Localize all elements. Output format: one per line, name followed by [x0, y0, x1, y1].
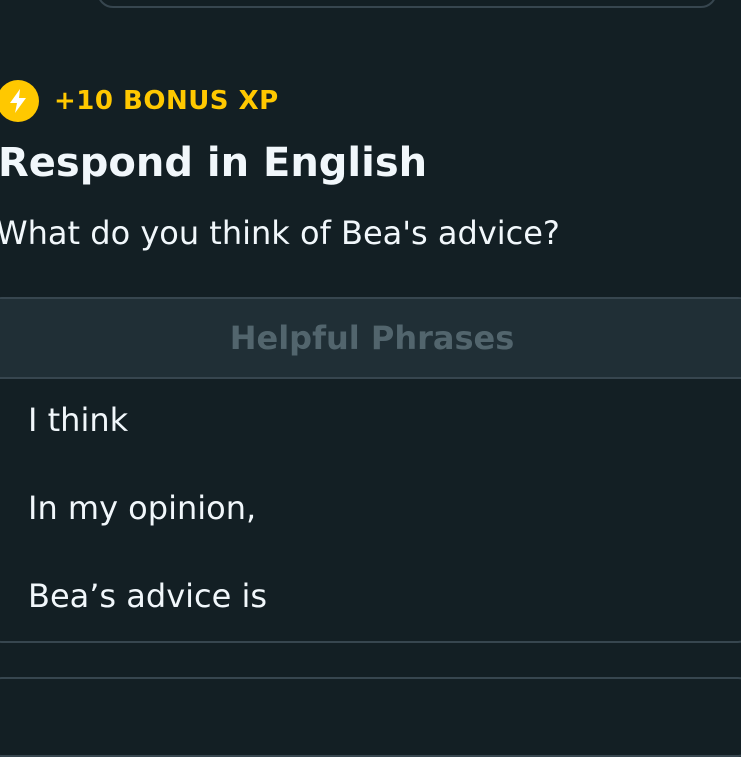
- response-input-area[interactable]: [0, 677, 741, 757]
- previous-card: [97, 0, 717, 8]
- bonus-xp-label: +10 BONUS XP: [54, 86, 279, 116]
- helpful-phrases-header: Helpful Phrases: [0, 299, 741, 379]
- phrase-item[interactable]: Bea’s advice is: [28, 577, 267, 615]
- phrase-item[interactable]: In my opinion,: [28, 489, 256, 527]
- exercise-question: What do you think of Bea's advice?: [0, 214, 560, 252]
- helpful-phrases-card: Helpful Phrases I think In my opinion, B…: [0, 297, 741, 643]
- lightning-bolt-icon: [0, 80, 39, 122]
- bonus-xp-badge: +10 BONUS XP: [0, 79, 279, 123]
- phrase-item[interactable]: I think: [28, 401, 128, 439]
- helpful-phrases-title: Helpful Phrases: [229, 319, 515, 357]
- exercise-title: Respond in English: [0, 140, 428, 186]
